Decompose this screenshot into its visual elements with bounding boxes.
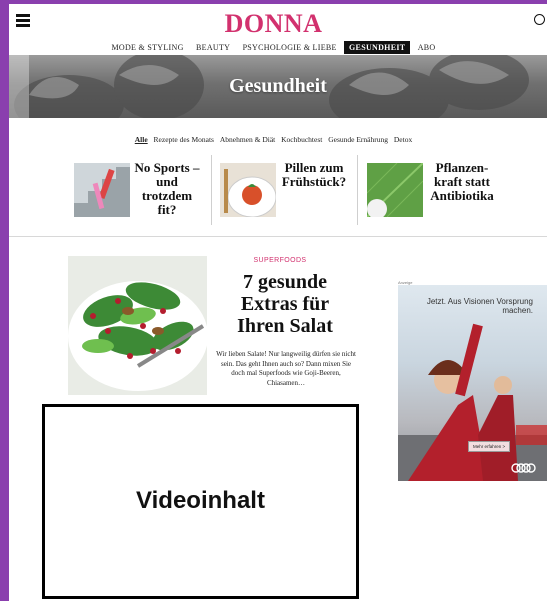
teaser-divider	[357, 155, 358, 225]
article-kicker: SUPERFOODS	[253, 257, 307, 264]
subnav-item-rezepte[interactable]: Rezepte des Monats	[154, 135, 214, 144]
sub-nav: Alle Rezepte des Monats Abnehmen & Diät …	[0, 135, 547, 144]
subnav-item-detox[interactable]: Detox	[394, 135, 412, 144]
audi-logo-icon	[511, 463, 536, 473]
nav-item-beauty[interactable]: BEAUTY	[191, 41, 235, 54]
nav-item-mode-styling[interactable]: MODE & STYLING	[106, 41, 188, 54]
video-label: Videoinhalt	[136, 487, 265, 514]
main-nav: MODE & STYLING BEAUTY PSYCHOLOGIE & LIEB…	[0, 41, 547, 55]
site-logo[interactable]: DONNA	[0, 9, 547, 39]
teaser-image-stairs[interactable]	[74, 163, 130, 217]
nav-item-gesundheit[interactable]: GESUNDHEIT	[344, 41, 411, 54]
article-image-salad[interactable]	[68, 256, 207, 395]
advertisement-banner[interactable]: Jetzt. Aus Visionen Vorsprung machen. Me…	[398, 285, 547, 481]
teaser-title[interactable]: Pflanzen-kraft statt Antibiotika	[426, 161, 498, 203]
nav-item-psychologie-liebe[interactable]: PSYCHOLOGIE & LIEBE	[238, 41, 342, 54]
teaser-divider	[211, 155, 212, 225]
browser-frame-left	[0, 0, 9, 601]
teaser-card[interactable]: Pillen zum Frühstück?	[218, 157, 353, 223]
teaser-image-breakfast[interactable]	[220, 163, 276, 217]
ad-cta-button[interactable]: Mehr erfahren >	[468, 441, 511, 452]
nav-item-abo[interactable]: ABO	[413, 41, 441, 54]
video-placeholder[interactable]: Videoinhalt	[42, 404, 359, 599]
article-title[interactable]: 7 gesunde Extras für Ihren Salat	[215, 271, 355, 337]
subnav-item-kochbuchtest[interactable]: Kochbuchtest	[281, 135, 322, 144]
search-icon[interactable]	[534, 14, 545, 25]
teaser-title[interactable]: Pillen zum Frühstück?	[278, 161, 350, 189]
subnav-item-alle[interactable]: Alle	[135, 135, 148, 144]
teaser-title[interactable]: No Sports – und trotzdem fit?	[134, 161, 200, 217]
category-hero-banner: Gesundheit	[9, 55, 547, 118]
teaser-image-leaf[interactable]	[367, 163, 423, 217]
subnav-item-abnehmen[interactable]: Abnehmen & Diät	[220, 135, 275, 144]
ad-headline: Jetzt. Aus Visionen Vorsprung machen.	[426, 297, 533, 315]
teaser-card[interactable]: Pflanzen-kraft statt Antibiotika	[364, 157, 504, 223]
subnav-item-gesunde-ernaehrung[interactable]: Gesunde Ernährung	[328, 135, 388, 144]
section-divider	[9, 236, 547, 237]
teaser-card[interactable]: No Sports – und trotzdem fit?	[72, 157, 207, 223]
hero-title: Gesundheit	[229, 75, 327, 97]
browser-frame-top	[0, 0, 547, 4]
article-teaser-text: Wir lieben Salate! Nur langweilig dürfen…	[216, 350, 356, 387]
